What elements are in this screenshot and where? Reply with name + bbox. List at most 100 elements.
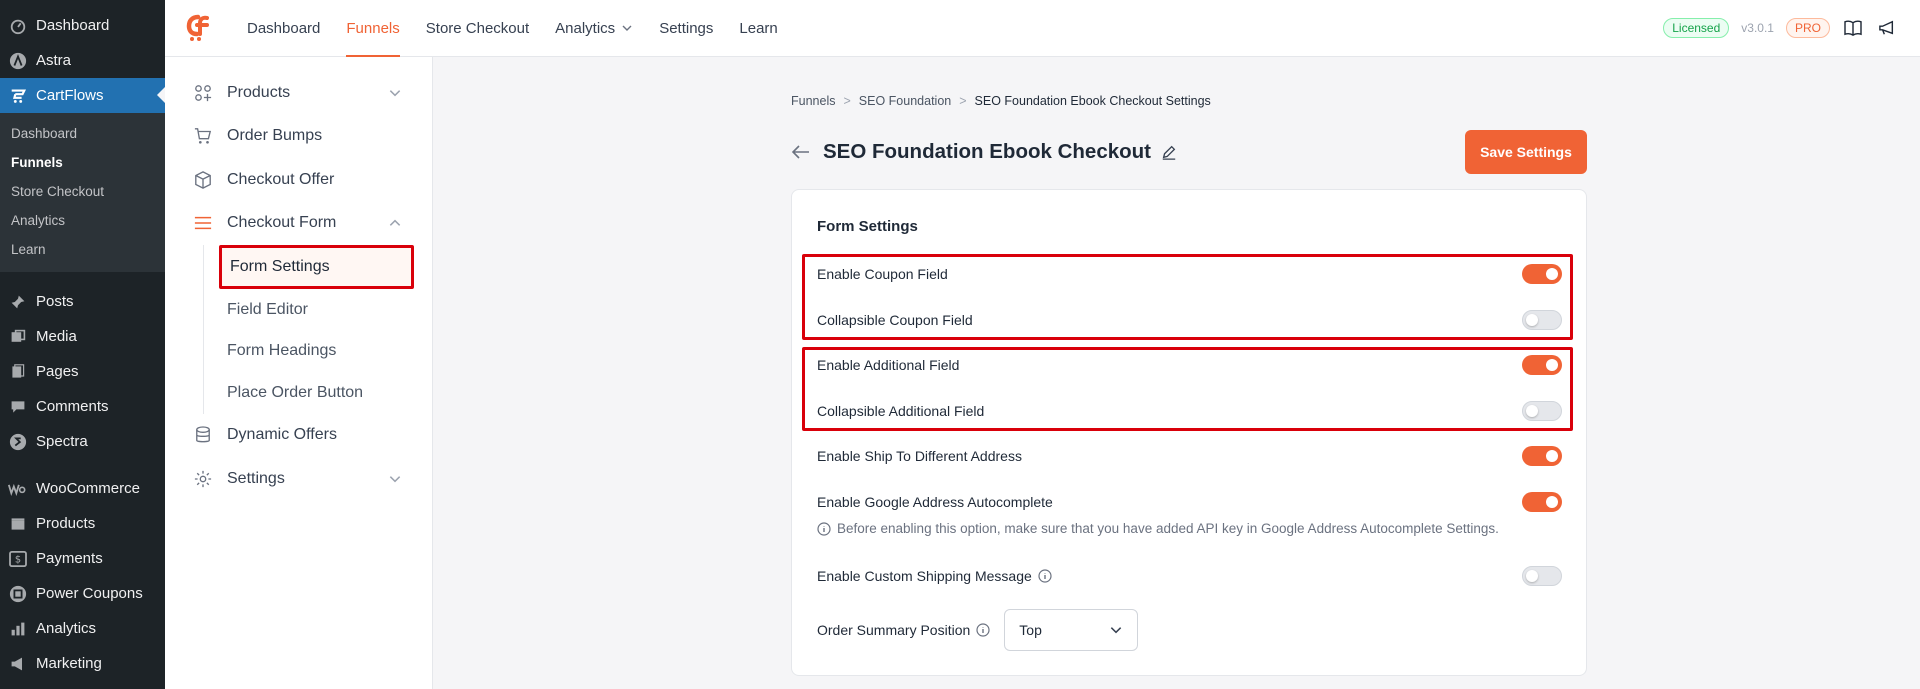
wp-menu-label: Dashboard bbox=[36, 17, 110, 34]
inner-nav-dynamic-offers[interactable]: Dynamic Offers bbox=[165, 414, 432, 458]
wp-submenu-learn[interactable]: Learn bbox=[0, 235, 165, 264]
power-coupons-icon bbox=[8, 584, 28, 604]
edit-pencil-icon[interactable] bbox=[1161, 144, 1177, 160]
wp-menu-spectra[interactable]: Spectra bbox=[0, 424, 165, 459]
custom-shipping-message-toggle[interactable] bbox=[1522, 566, 1562, 586]
top-nav-analytics-label: Analytics bbox=[555, 19, 616, 37]
chevron-up-icon bbox=[388, 216, 402, 230]
wp-menu-cartflows[interactable]: CartFlows bbox=[0, 78, 165, 113]
spectra-icon bbox=[8, 432, 28, 452]
chevron-down-icon bbox=[621, 22, 633, 34]
wp-menu-pages[interactable]: Pages bbox=[0, 354, 165, 389]
inner-nav-products[interactable]: Products bbox=[165, 71, 432, 115]
wp-menu-label: Posts bbox=[36, 293, 74, 310]
inner-nav-label: Checkout Offer bbox=[227, 170, 335, 188]
top-nav-analytics[interactable]: Analytics bbox=[542, 0, 646, 57]
astra-icon bbox=[8, 51, 28, 71]
cartflows-logo-icon[interactable] bbox=[180, 11, 214, 45]
wp-menu-label: WooCommerce bbox=[36, 480, 140, 497]
back-arrow-icon[interactable] bbox=[791, 144, 811, 160]
checkout-step-sidebar: Products Order Bumps Checkout Offer Chec… bbox=[165, 57, 433, 689]
pages-icon bbox=[8, 362, 28, 382]
wp-menu-power-coupons[interactable]: Power Coupons bbox=[0, 576, 165, 611]
top-nav-settings[interactable]: Settings bbox=[646, 0, 726, 57]
inner-nav-settings[interactable]: Settings bbox=[165, 457, 432, 501]
breadcrumb-separator: > bbox=[959, 94, 967, 108]
inner-nav-label: Dynamic Offers bbox=[227, 426, 337, 444]
cartflows-icon bbox=[8, 86, 28, 106]
wp-menu-media[interactable]: Media bbox=[0, 319, 165, 354]
media-icon bbox=[8, 327, 28, 347]
autocomplete-hint: Before enabling this option, make sure t… bbox=[817, 521, 1499, 536]
chevron-down-icon bbox=[388, 472, 402, 486]
wp-menu-dashboard[interactable]: Dashboard bbox=[0, 8, 165, 43]
setting-custom-shipping-message: Enable Custom Shipping Message bbox=[817, 562, 1562, 590]
order-summary-position-select[interactable]: Top bbox=[1004, 609, 1139, 651]
wp-menu-marketing[interactable]: Marketing bbox=[0, 646, 165, 681]
top-nav-funnels[interactable]: Funnels bbox=[333, 0, 412, 57]
wp-menu-label: Media bbox=[36, 328, 77, 345]
wp-submenu-analytics[interactable]: Analytics bbox=[0, 206, 165, 235]
ship-different-address-toggle[interactable] bbox=[1522, 446, 1562, 466]
save-settings-button[interactable]: Save Settings bbox=[1465, 130, 1587, 174]
submenu-form-headings[interactable]: Form Headings bbox=[203, 331, 432, 373]
marketing-icon bbox=[8, 654, 28, 674]
pro-badge: PRO bbox=[1785, 18, 1830, 38]
wp-menu-posts[interactable]: Posts bbox=[0, 284, 165, 319]
inner-nav-label: Checkout Form bbox=[227, 214, 337, 232]
wp-menu-products[interactable]: Products bbox=[0, 506, 165, 541]
submenu-form-settings[interactable]: Form Settings bbox=[219, 245, 414, 289]
card-heading: Form Settings bbox=[817, 218, 918, 235]
hint-text: Before enabling this option, make sure t… bbox=[837, 521, 1499, 536]
database-icon bbox=[193, 425, 213, 445]
breadcrumb-funnels[interactable]: Funnels bbox=[791, 94, 835, 108]
comments-icon bbox=[8, 397, 28, 417]
setting-order-summary-position: Order Summary Position Top bbox=[817, 609, 1562, 651]
info-icon bbox=[817, 521, 831, 536]
wp-menu-woocommerce[interactable]: WooCommerce bbox=[0, 471, 165, 506]
wp-submenu-store-checkout[interactable]: Store Checkout bbox=[0, 177, 165, 206]
inner-nav-order-bumps[interactable]: Order Bumps bbox=[165, 115, 432, 159]
setting-label: Enable Ship To Different Address bbox=[817, 448, 1022, 464]
wp-menu-label: Pages bbox=[36, 363, 79, 380]
select-value: Top bbox=[1019, 622, 1042, 638]
wp-menu-astra[interactable]: Astra bbox=[0, 43, 165, 78]
grid-plus-icon bbox=[193, 83, 213, 103]
wp-menu-analytics[interactable]: Analytics bbox=[0, 611, 165, 646]
inner-nav-label: Order Bumps bbox=[227, 127, 323, 145]
dashboard-icon bbox=[8, 16, 28, 36]
wp-menu-label: Comments bbox=[36, 398, 109, 415]
wp-menu-label: CartFlows bbox=[36, 87, 104, 104]
info-icon[interactable] bbox=[1038, 569, 1052, 583]
payments-icon: $ bbox=[8, 549, 28, 569]
gear-icon bbox=[193, 469, 213, 489]
megaphone-icon[interactable] bbox=[1876, 17, 1898, 39]
wp-menu-comments[interactable]: Comments bbox=[0, 389, 165, 424]
google-autocomplete-toggle[interactable] bbox=[1522, 492, 1562, 512]
top-nav-store-checkout[interactable]: Store Checkout bbox=[413, 0, 542, 57]
inner-nav-checkout-offer[interactable]: Checkout Offer bbox=[165, 158, 432, 202]
wp-menu-group-content: Posts Media Pages Comments Spectra bbox=[0, 284, 165, 459]
breadcrumb-seo-foundation[interactable]: SEO Foundation bbox=[859, 94, 951, 108]
chevron-down-icon bbox=[1109, 623, 1123, 637]
top-nav-dashboard[interactable]: Dashboard bbox=[234, 0, 333, 57]
page-title: SEO Foundation Ebook Checkout bbox=[823, 140, 1151, 163]
version-label: v3.0.1 bbox=[1741, 21, 1774, 35]
wp-submenu: Dashboard Funnels Store Checkout Analyti… bbox=[0, 113, 165, 272]
wp-menu-label: Astra bbox=[36, 52, 72, 69]
inner-nav-checkout-form[interactable]: Checkout Form bbox=[165, 202, 432, 246]
wp-submenu-dashboard[interactable]: Dashboard bbox=[0, 119, 165, 148]
book-icon[interactable] bbox=[1842, 17, 1864, 39]
top-nav-learn[interactable]: Learn bbox=[726, 0, 790, 57]
products-icon bbox=[8, 514, 28, 534]
setting-ship-to-different-address: Enable Ship To Different Address bbox=[817, 442, 1562, 470]
breadcrumb: Funnels > SEO Foundation > SEO Foundatio… bbox=[791, 94, 1211, 108]
submenu-place-order-button[interactable]: Place Order Button bbox=[203, 372, 432, 414]
wp-menu-label: Products bbox=[36, 515, 96, 532]
wp-submenu-funnels[interactable]: Funnels bbox=[0, 148, 165, 177]
info-icon[interactable] bbox=[976, 623, 990, 637]
setting-label: Enable Google Address Autocomplete bbox=[817, 494, 1053, 510]
wp-menu-payments[interactable]: $ Payments bbox=[0, 541, 165, 576]
submenu-field-editor[interactable]: Field Editor bbox=[203, 289, 432, 331]
wp-menu-group-commerce: WooCommerce Products $ Payments Power Co… bbox=[0, 471, 165, 681]
